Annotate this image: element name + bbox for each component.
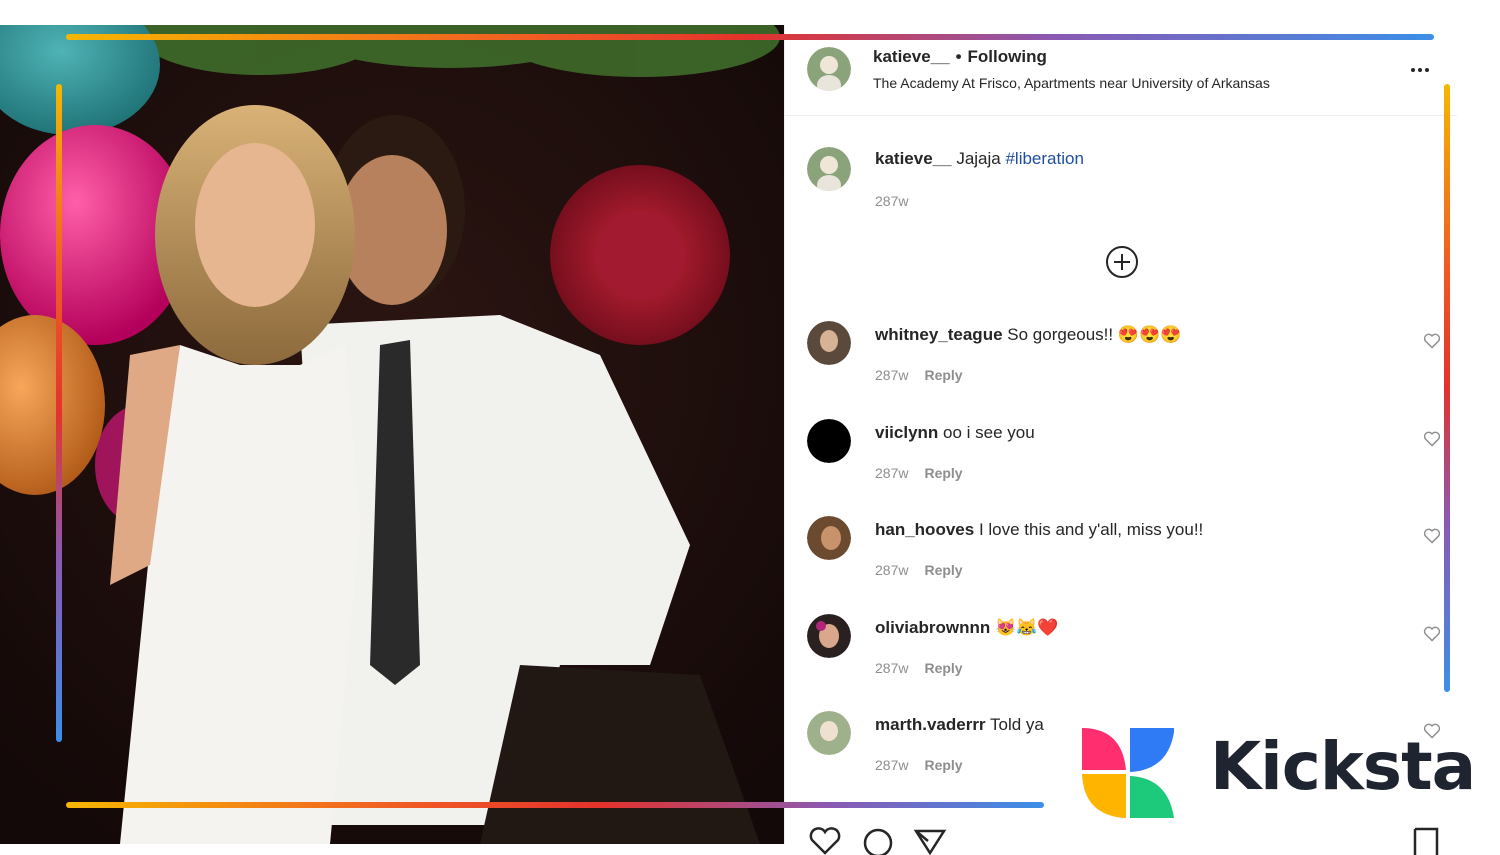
comment-text-row: viiclynn oo i see you	[875, 423, 1035, 443]
caption-username[interactable]: katieve__	[875, 149, 952, 168]
commenter-avatar[interactable]	[807, 614, 851, 658]
comment-timestamp[interactable]: 287w	[875, 757, 908, 773]
comment-item: oliviabrownnn 😻😹❤️ 287w Reply	[785, 610, 1457, 700]
post-photo[interactable]	[0, 25, 784, 844]
caption-text: Jajaja	[956, 149, 1001, 168]
comment-text-row: whitney_teague So gorgeous!! 😍😍😍	[875, 325, 1181, 345]
gradient-frame-left	[56, 84, 62, 742]
comment-meta: 287w Reply	[875, 660, 963, 676]
heart-icon[interactable]	[1423, 626, 1441, 642]
comment-text: So gorgeous!! 😍😍😍	[1007, 325, 1182, 344]
bookmark-icon[interactable]	[1411, 827, 1441, 855]
more-options-icon[interactable]	[1411, 59, 1437, 72]
reply-button[interactable]: Reply	[924, 757, 962, 773]
commenter-avatar[interactable]	[807, 419, 851, 463]
comment-text: 😻😹❤️	[994, 618, 1059, 637]
comment-timestamp[interactable]: 287w	[875, 562, 908, 578]
post-action-bar	[805, 825, 1455, 855]
reply-button[interactable]: Reply	[924, 562, 962, 578]
comment-meta: 287w Reply	[875, 465, 963, 481]
brand-name: Kicksta	[1210, 728, 1476, 805]
reply-button[interactable]: Reply	[924, 660, 962, 676]
commenter-username[interactable]: marth.vaderrr	[875, 715, 986, 734]
caption-hashtag[interactable]: #liberation	[1005, 149, 1083, 168]
separator-dot: •	[955, 47, 962, 66]
follow-status-button[interactable]: Following	[968, 47, 1047, 66]
gradient-frame-bottom	[66, 802, 1044, 808]
heart-icon[interactable]	[1423, 333, 1441, 349]
kicksta-logo-icon	[1080, 724, 1176, 820]
comment-text: Told ya	[989, 715, 1044, 734]
comment-meta: 287w Reply	[875, 562, 963, 578]
header-username-row: katieve__ • Following	[873, 47, 1047, 67]
plus-circle-icon[interactable]	[1105, 245, 1139, 279]
commenter-username[interactable]: viiclynn	[875, 423, 938, 442]
post-location[interactable]: The Academy At Frisco, Apartments near U…	[873, 75, 1270, 91]
comment-item: han_hooves I love this and y'all, miss y…	[785, 512, 1457, 602]
comment-text-row: oliviabrownnn 😻😹❤️	[875, 618, 1058, 638]
author-username[interactable]: katieve__	[873, 47, 950, 66]
gradient-frame-right	[1444, 84, 1450, 692]
heart-icon[interactable]	[1423, 528, 1441, 544]
commenter-username[interactable]: han_hooves	[875, 520, 974, 539]
comment-icon[interactable]	[861, 827, 895, 855]
commenter-avatar[interactable]	[807, 321, 851, 365]
like-heart-icon[interactable]	[807, 827, 843, 855]
gradient-frame-top	[66, 34, 1434, 40]
caption-text-row: katieve__ Jajaja #liberation	[875, 149, 1084, 169]
commenter-username[interactable]: whitney_teague	[875, 325, 1003, 344]
comment-item: viiclynn oo i see you 287w Reply	[785, 415, 1457, 505]
comment-meta: 287w Reply	[875, 367, 963, 383]
caption-timestamp[interactable]: 287w	[875, 193, 908, 209]
comment-text: oo i see you	[943, 423, 1035, 442]
commenter-avatar[interactable]	[807, 516, 851, 560]
share-icon[interactable]	[913, 827, 947, 855]
commenter-username[interactable]: oliviabrownnn	[875, 618, 990, 637]
post-caption: katieve__ Jajaja #liberation 287w	[785, 135, 1457, 225]
comment-meta: 287w Reply	[875, 757, 963, 773]
comment-text-row: han_hooves I love this and y'all, miss y…	[875, 520, 1203, 540]
comment-timestamp[interactable]: 287w	[875, 465, 908, 481]
post-image	[0, 25, 784, 844]
comment-text-row: marth.vaderrr Told ya	[875, 715, 1044, 735]
commenter-avatar[interactable]	[807, 711, 851, 755]
caption-author-avatar[interactable]	[807, 147, 851, 191]
comment-text: I love this and y'all, miss you!!	[978, 520, 1204, 539]
comment-item: whitney_teague So gorgeous!! 😍😍😍 287w Rep…	[785, 317, 1457, 407]
comment-timestamp[interactable]: 287w	[875, 367, 908, 383]
author-avatar[interactable]	[807, 47, 851, 91]
heart-icon[interactable]	[1423, 431, 1441, 447]
reply-button[interactable]: Reply	[924, 465, 962, 481]
post-details-panel: katieve__ • Following The Academy At Frisc…	[784, 25, 1457, 855]
reply-button[interactable]: Reply	[924, 367, 962, 383]
comment-timestamp[interactable]: 287w	[875, 660, 908, 676]
